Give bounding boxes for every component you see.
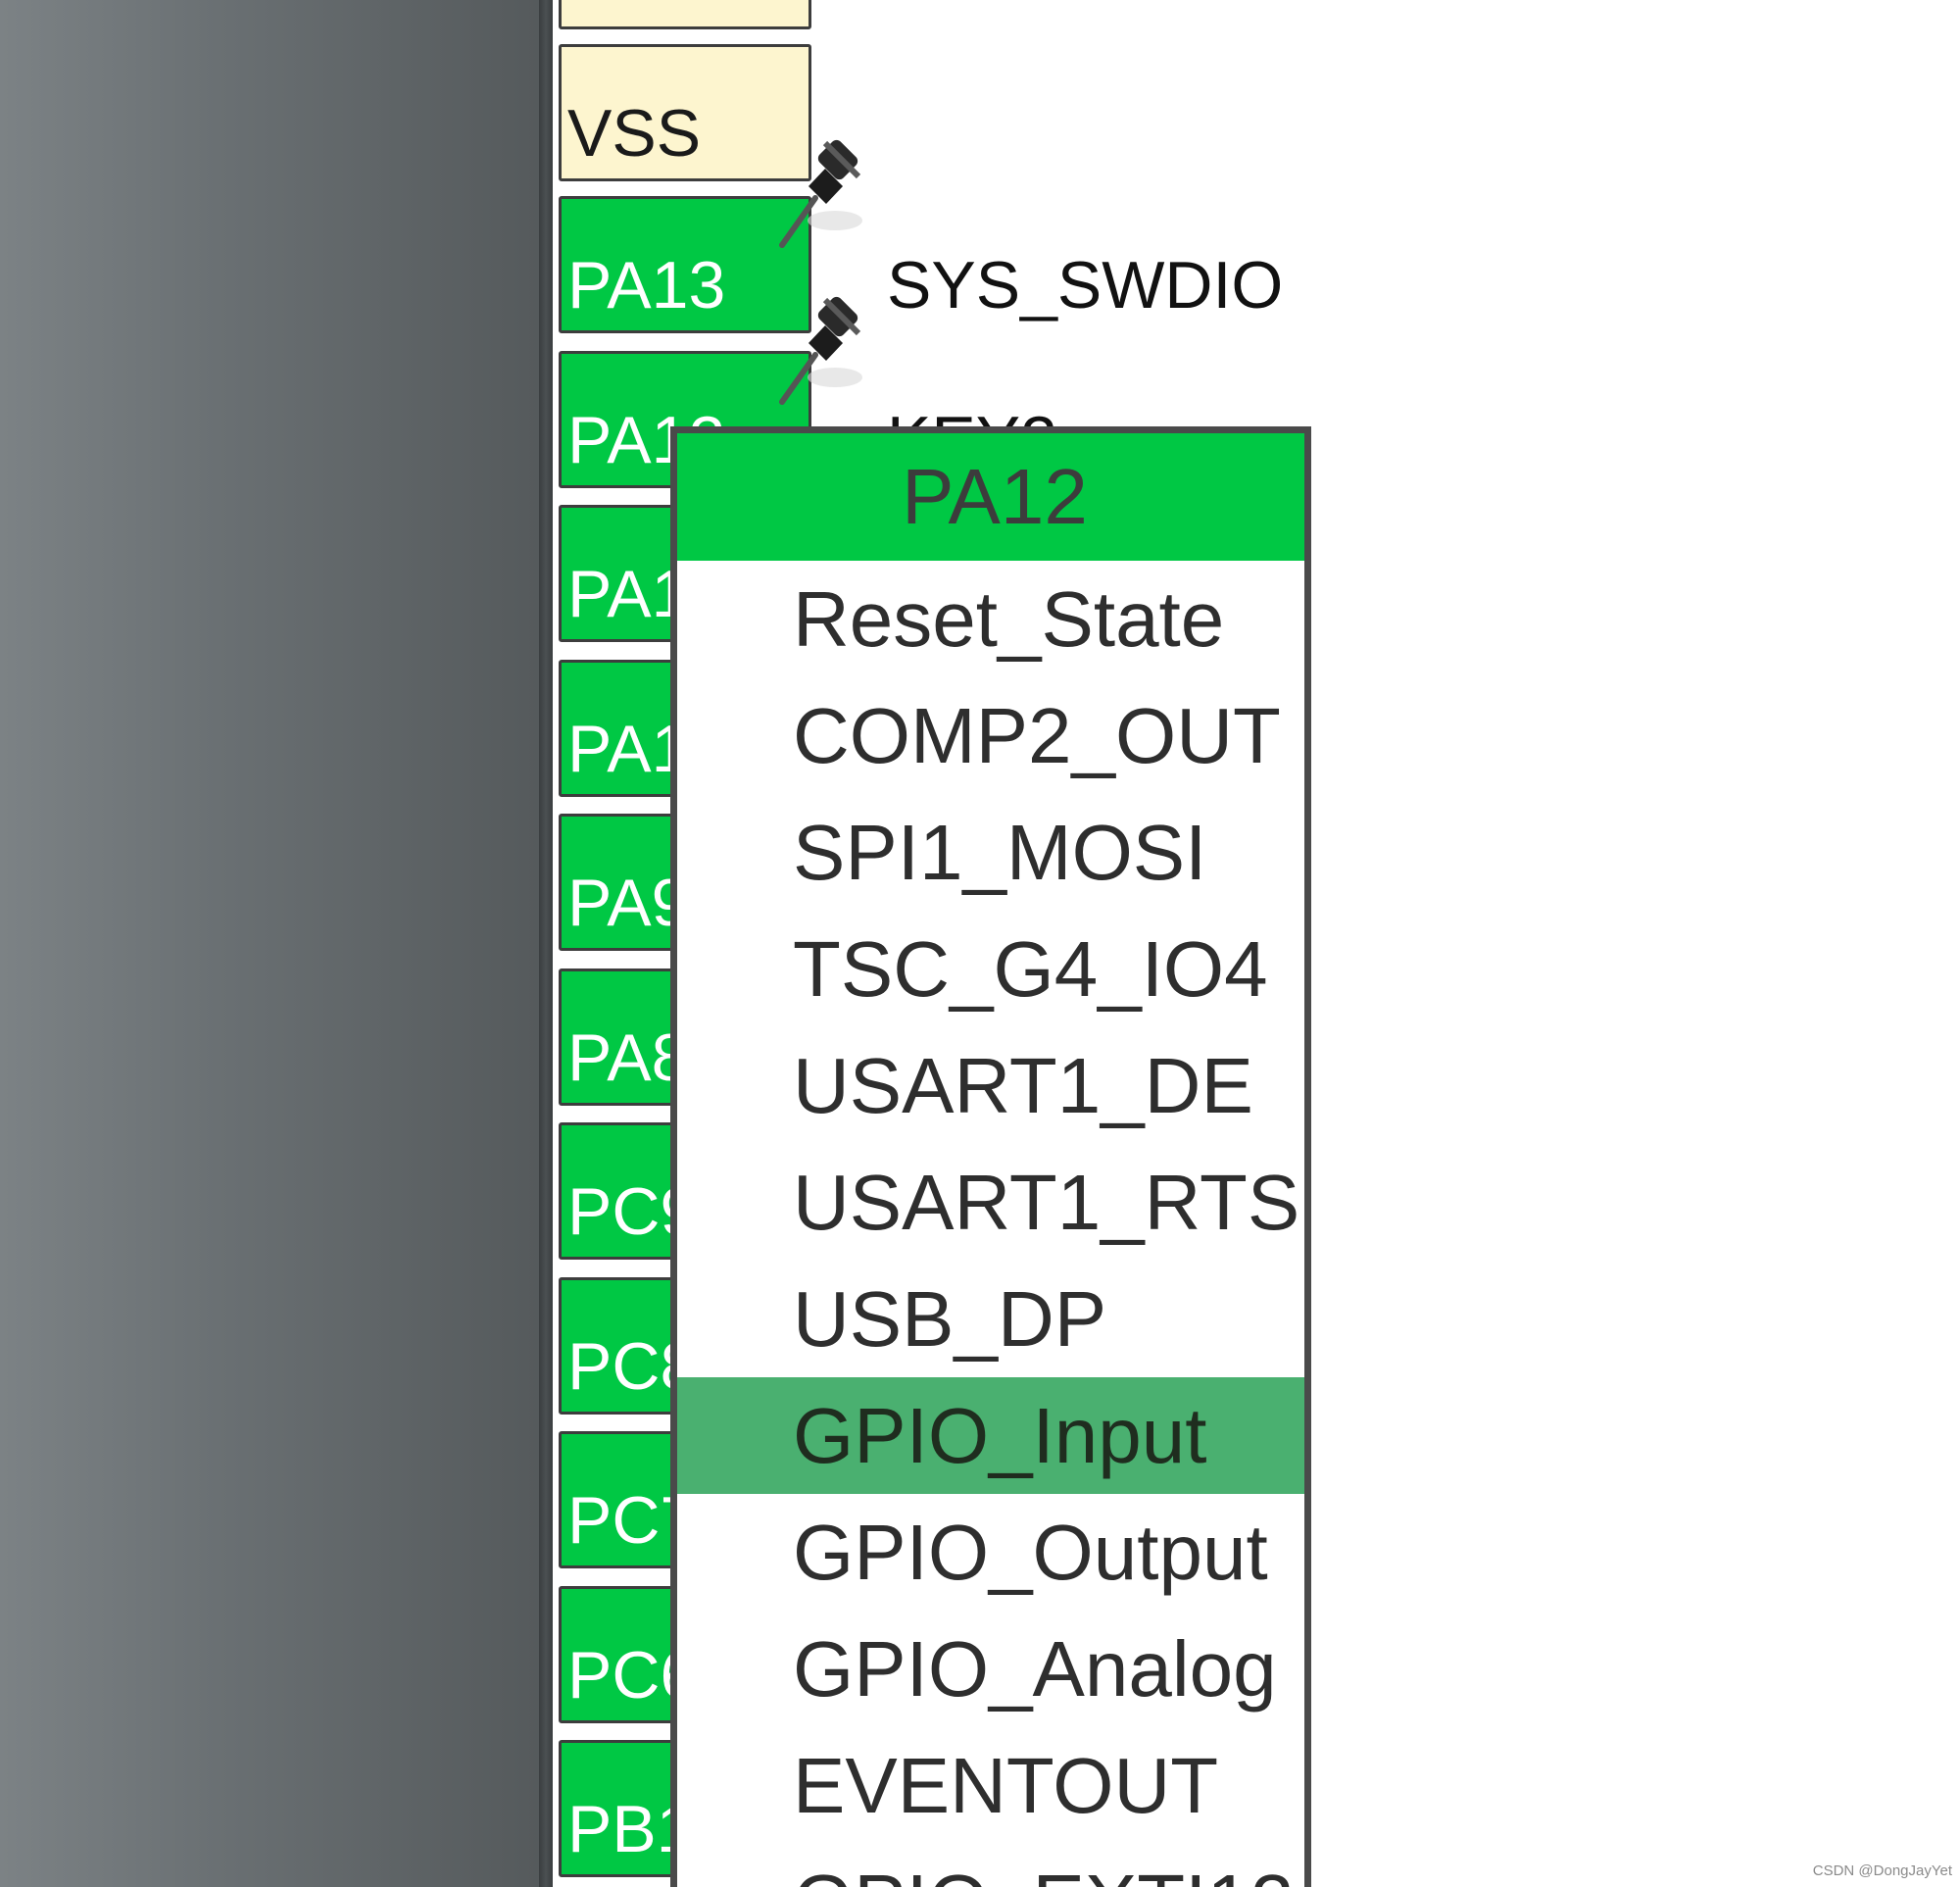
chip-body: [0, 0, 539, 1887]
pushpin-icon: [779, 296, 862, 405]
pin-label: VSS: [567, 96, 702, 171]
pin-function-menu: PA12 Reset_State COMP2_OUT SPI1_MOSI TSC…: [670, 426, 1311, 1887]
chip-edge: [539, 0, 553, 1887]
menu-item-usart1-de[interactable]: USART1_DE: [677, 1027, 1304, 1144]
menu-item-comp2-out[interactable]: COMP2_OUT: [677, 677, 1304, 794]
pin-label: PA13: [567, 248, 726, 323]
menu-item-reset-state[interactable]: Reset_State: [677, 561, 1304, 677]
pushpin-icon: [779, 139, 862, 248]
signal-label-pa13: SYS_SWDIO: [887, 248, 1284, 323]
menu-header: PA12: [677, 433, 1304, 561]
menu-item-gpio-input[interactable]: GPIO_Input: [677, 1377, 1304, 1494]
pinout-view: VSS PA13 PA12 PA11 PA10 PA9 PA8 PC9 PC8 …: [0, 0, 1960, 1887]
menu-item-gpio-output[interactable]: GPIO_Output: [677, 1494, 1304, 1611]
watermark: CSDN @DongJayYet: [1812, 1862, 1952, 1879]
menu-item-usb-dp[interactable]: USB_DP: [677, 1261, 1304, 1377]
pin-vdd[interactable]: [559, 0, 811, 29]
menu-item-usart1-rts[interactable]: USART1_RTS: [677, 1144, 1304, 1261]
menu-item-spi1-mosi[interactable]: SPI1_MOSI: [677, 794, 1304, 911]
menu-item-gpio-exti12[interactable]: GPIO_EXTI12: [677, 1844, 1304, 1887]
menu-item-gpio-analog[interactable]: GPIO_Analog: [677, 1611, 1304, 1727]
menu-item-eventout[interactable]: EVENTOUT: [677, 1727, 1304, 1844]
menu-item-tsc-g4-io4[interactable]: TSC_G4_IO4: [677, 911, 1304, 1027]
